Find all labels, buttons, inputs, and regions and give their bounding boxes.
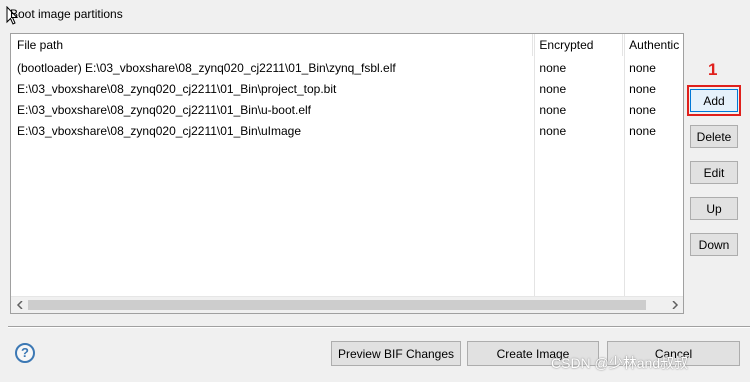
horizontal-scrollbar[interactable] — [11, 296, 683, 313]
cell-authentication: none — [629, 124, 656, 138]
cell-encrypted: none — [539, 124, 567, 138]
table-row[interactable]: E:\03_vboxshare\08_zynq020_cj2211\01_Bin… — [11, 100, 683, 121]
help-icon[interactable]: ? — [15, 343, 35, 363]
column-header-file-path[interactable]: File path — [11, 34, 534, 56]
column-header-authentication[interactable]: Authentic — [623, 34, 683, 56]
cell-file-path: E:\03_vboxshare\08_zynq020_cj2211\01_Bin… — [17, 103, 311, 117]
annotation-number: 1 — [708, 60, 718, 79]
section-title: Boot image partitions — [10, 7, 123, 21]
down-button[interactable]: Down — [690, 233, 738, 256]
edit-button[interactable]: Edit — [690, 161, 738, 184]
table-row[interactable]: (bootloader) E:\03_vboxshare\08_zynq020_… — [11, 58, 683, 79]
table-row[interactable]: E:\03_vboxshare\08_zynq020_cj2211\01_Bin… — [11, 121, 683, 142]
footer-separator — [8, 326, 750, 328]
preview-bif-changes-button[interactable]: Preview BIF Changes — [331, 341, 461, 366]
cell-authentication: none — [629, 61, 656, 75]
cell-file-path: E:\03_vboxshare\08_zynq020_cj2211\01_Bin… — [17, 124, 301, 138]
delete-button[interactable]: Delete — [690, 125, 738, 148]
cell-encrypted: none — [539, 82, 567, 96]
cell-file-path: E:\03_vboxshare\08_zynq020_cj2211\01_Bin… — [17, 82, 337, 96]
scroll-right-arrow-icon[interactable] — [666, 297, 683, 313]
up-button[interactable]: Up — [690, 197, 738, 220]
cell-authentication: none — [629, 103, 656, 117]
scrollbar-thumb[interactable] — [28, 300, 646, 310]
scroll-left-arrow-icon[interactable] — [11, 297, 28, 313]
table-row[interactable]: E:\03_vboxshare\08_zynq020_cj2211\01_Bin… — [11, 79, 683, 100]
add-button[interactable]: Add — [690, 89, 738, 112]
cell-file-path: (bootloader) E:\03_vboxshare\08_zynq020_… — [17, 61, 396, 75]
cell-encrypted: none — [539, 103, 567, 117]
cell-authentication: none — [629, 82, 656, 96]
watermark-text: CSDN @少林and叔叔 — [551, 355, 689, 371]
column-header-encrypted[interactable]: Encrypted — [533, 34, 624, 56]
table-header: File path Encrypted Authentic — [11, 34, 683, 56]
partitions-table[interactable]: File path Encrypted Authentic (bootloade… — [10, 33, 684, 314]
cell-encrypted: none — [539, 61, 567, 75]
table-body: (bootloader) E:\03_vboxshare\08_zynq020_… — [11, 58, 683, 142]
create-boot-image-dialog: Boot image partitions File path Encrypte… — [0, 0, 750, 382]
